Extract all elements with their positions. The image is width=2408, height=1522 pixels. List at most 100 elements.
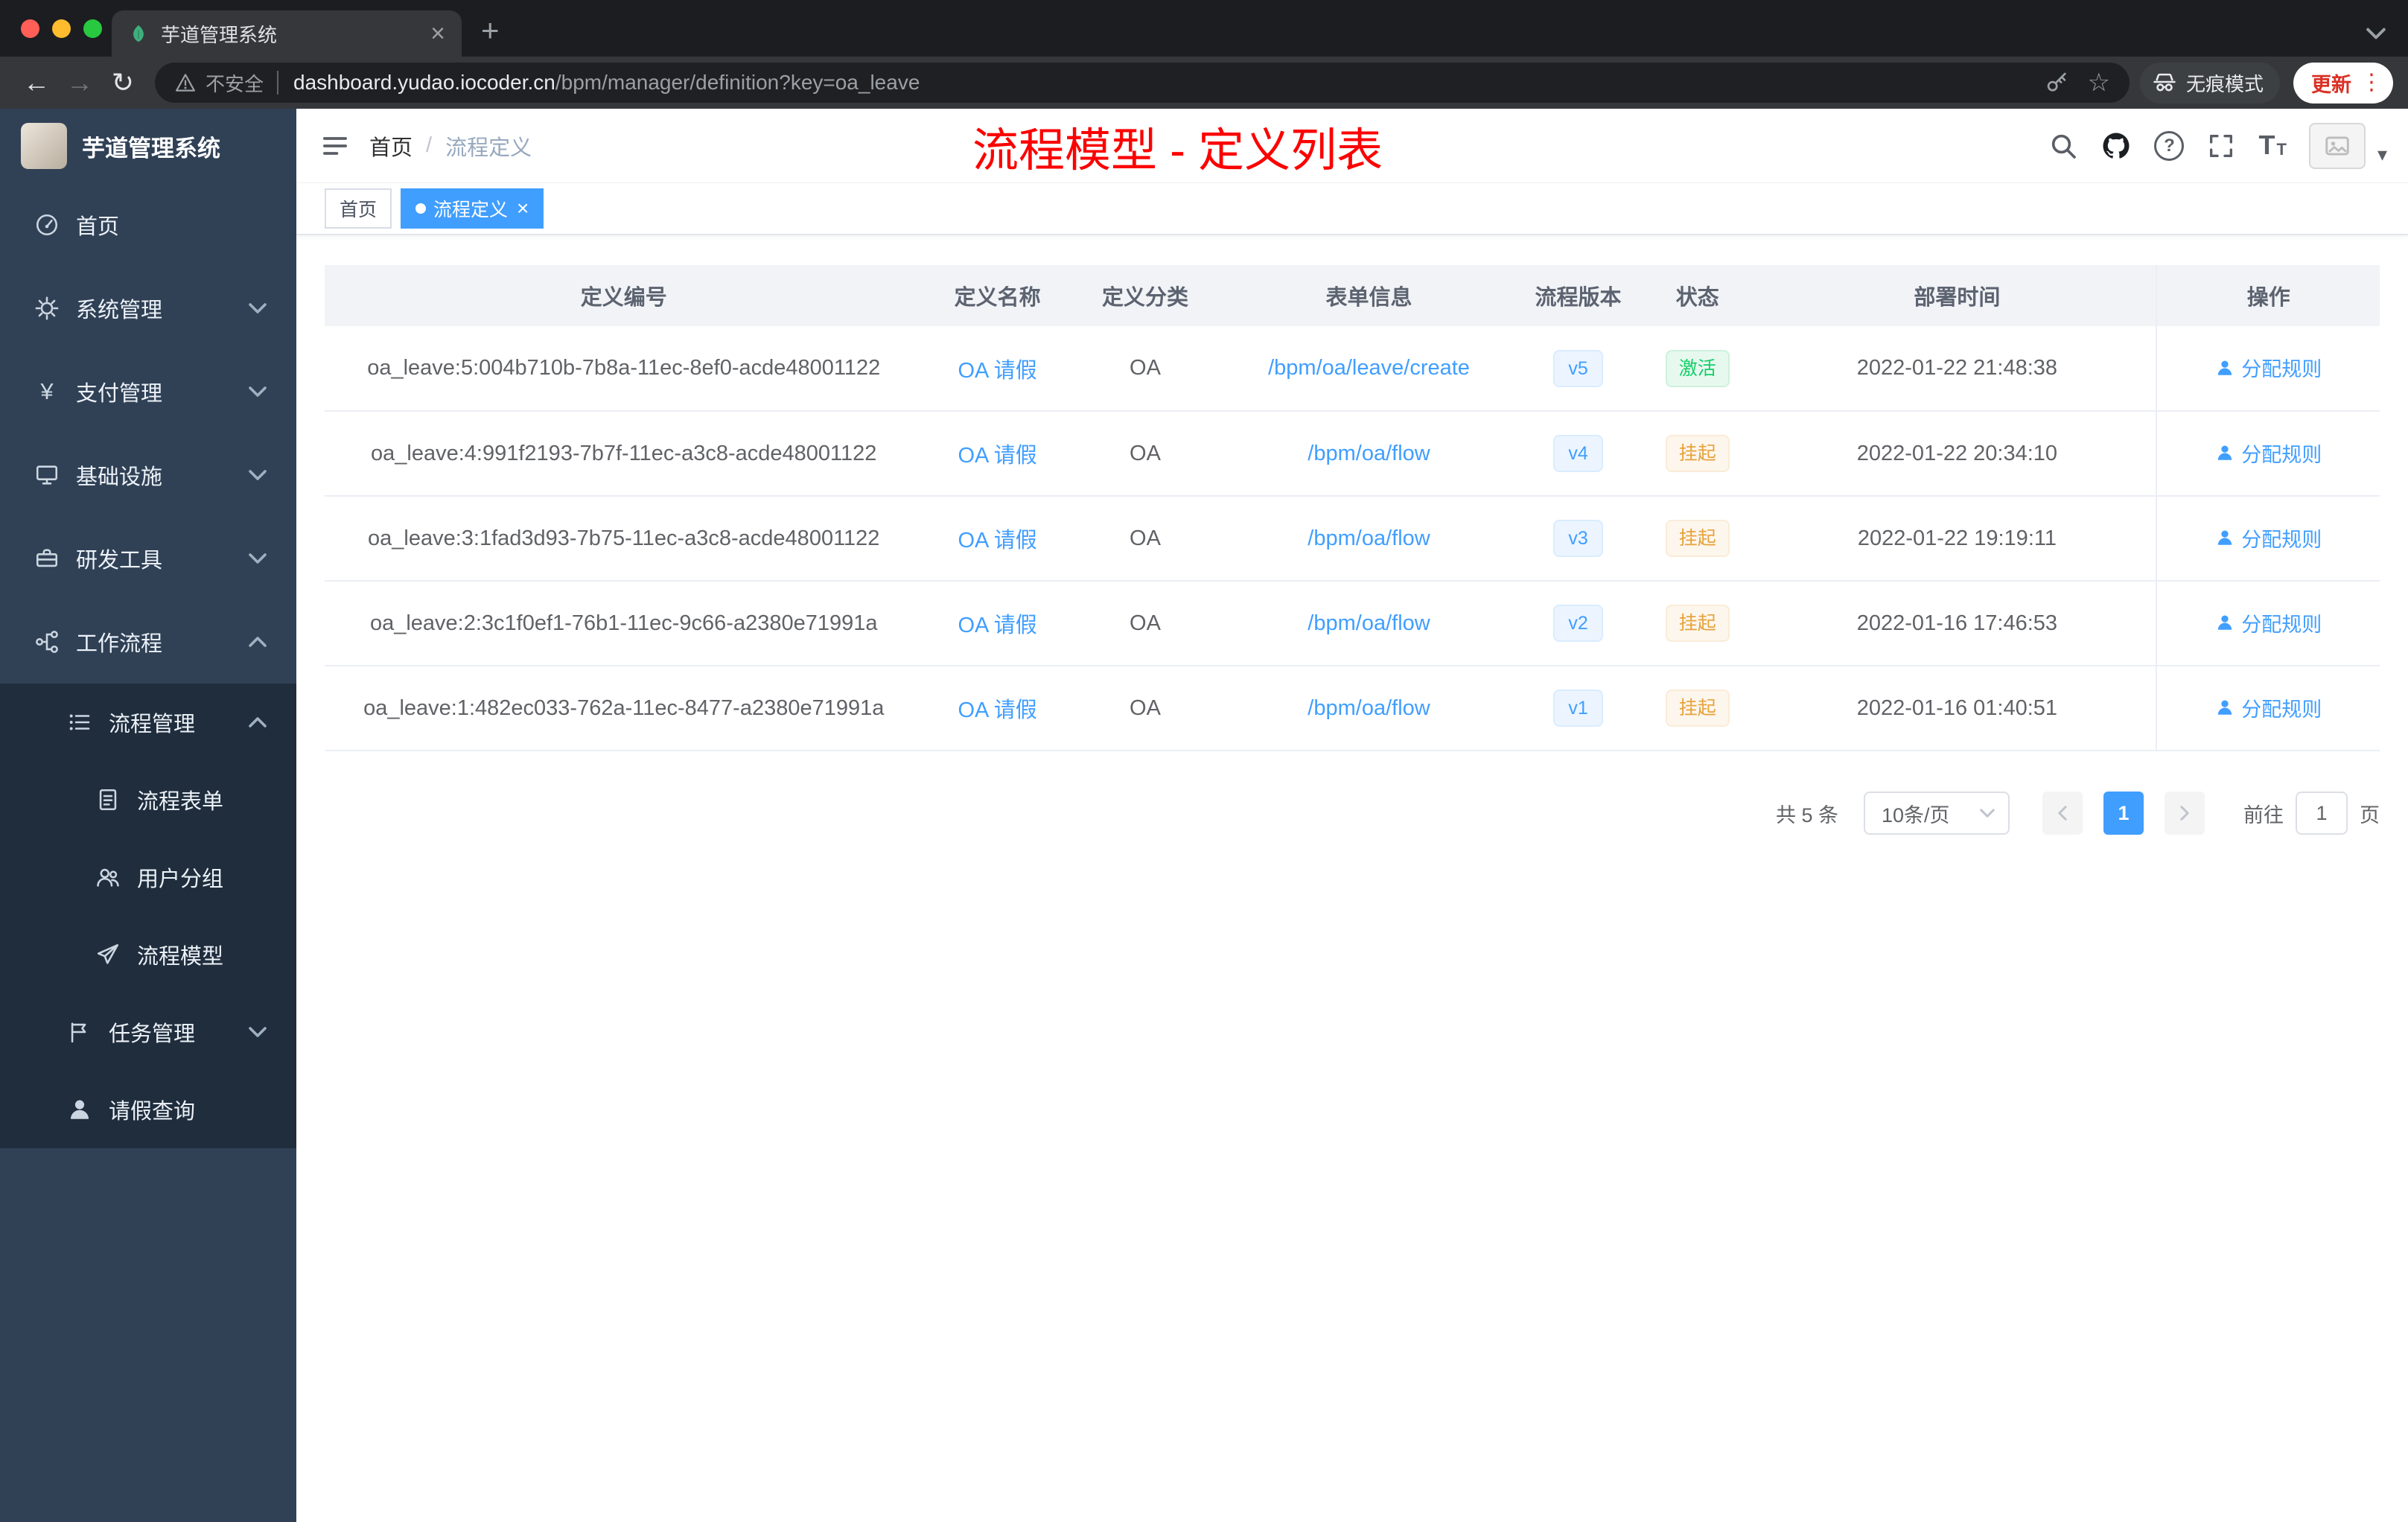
column-header-name: 定义名称 xyxy=(923,265,1072,326)
assign-rule-link[interactable]: 分配规则 xyxy=(2215,523,2322,553)
tab-close-icon[interactable]: × xyxy=(430,21,445,46)
definition-name-link[interactable]: OA 请假 xyxy=(958,444,1036,468)
workflow-icon xyxy=(34,629,60,655)
tag-close-icon[interactable]: × xyxy=(517,198,529,219)
version-badge: v4 xyxy=(1553,435,1603,472)
address-bar[interactable]: 不安全 dashboard.yudao.iocoder.cn /bpm/mana… xyxy=(155,63,2130,103)
assign-rule-label: 分配规则 xyxy=(2241,443,2322,466)
cell-form: /bpm/oa/flow xyxy=(1218,496,1520,582)
column-header-version: 流程版本 xyxy=(1519,265,1637,326)
avatar[interactable] xyxy=(2308,122,2366,169)
table-header-row: 定义编号 定义名称 定义分类 表单信息 流程版本 状态 部署时间 操作 xyxy=(325,265,2380,326)
sidebar-item-payment[interactable]: ¥ 支付管理 xyxy=(0,350,296,433)
search-icon[interactable] xyxy=(2048,131,2078,161)
cell-definition-name: OA 请假 xyxy=(923,496,1072,582)
sidebar-item-process-model[interactable]: 流程模型 xyxy=(0,916,296,993)
cell-definition-id: oa_leave:3:1fad3d93-7b75-11ec-a3c8-acde4… xyxy=(325,496,923,582)
breadcrumb-home[interactable]: 首页 xyxy=(369,130,413,162)
reload-button[interactable]: ↻ xyxy=(101,69,144,96)
table-row: oa_leave:3:1fad3d93-7b75-11ec-a3c8-acde4… xyxy=(325,496,2380,582)
definition-name-link[interactable]: OA 请假 xyxy=(958,529,1036,553)
browser-menu-icon[interactable]: ⋮ xyxy=(2360,71,2383,94)
tag-process-definition[interactable]: 流程定义 × xyxy=(401,188,544,229)
definition-name-link[interactable]: OA 请假 xyxy=(958,359,1036,383)
update-chrome-button[interactable]: 更新 ⋮ xyxy=(2293,62,2393,104)
sidebar-item-leave-query[interactable]: 请假查询 xyxy=(0,1071,296,1148)
sidebar-item-label: 基础设施 xyxy=(76,465,163,489)
sidebar-item-user-group[interactable]: 用户分组 xyxy=(0,838,296,916)
sidebar-item-workflow[interactable]: 工作流程 xyxy=(0,600,296,684)
pagination: 共 5 条 10条/页 1 前往 页 xyxy=(325,792,2380,835)
sidebar-item-home[interactable]: 首页 xyxy=(0,183,296,267)
sidebar-item-process-management[interactable]: 流程管理 xyxy=(0,684,296,761)
github-icon[interactable] xyxy=(2100,130,2132,162)
tab-search-icon[interactable] xyxy=(2366,27,2386,40)
security-warning-icon[interactable] xyxy=(174,71,197,94)
cell-status: 挂起 xyxy=(1637,411,1759,497)
cell-definition-id: oa_leave:5:004b710b-7b8a-11ec-8ef0-acde4… xyxy=(325,326,923,412)
cell-deploy-time: 2022-01-16 17:46:53 xyxy=(1758,581,2157,666)
sidebar-item-task-management[interactable]: 任务管理 xyxy=(0,993,296,1071)
password-key-icon[interactable] xyxy=(2045,71,2068,95)
font-size-icon[interactable]: TT xyxy=(2258,132,2286,159)
cell-definition-id: oa_leave:1:482ec033-762a-11ec-8477-a2380… xyxy=(325,666,923,751)
column-header-category: 定义分类 xyxy=(1071,265,1219,326)
sidebar-collapse-icon[interactable] xyxy=(320,131,350,161)
minimize-window-button[interactable] xyxy=(52,19,71,38)
cell-actions: 分配规则 xyxy=(2156,326,2380,412)
avatar-caret-icon[interactable]: ▾ xyxy=(2377,143,2387,169)
form-link[interactable]: /bpm/oa/flow xyxy=(1307,696,1430,720)
current-page-button[interactable]: 1 xyxy=(2103,792,2144,835)
back-button[interactable]: ← xyxy=(15,69,58,96)
definition-name-link[interactable]: OA 请假 xyxy=(958,614,1036,637)
cell-definition-name: OA 请假 xyxy=(923,581,1072,666)
assign-rule-link[interactable]: 分配规则 xyxy=(2215,693,2322,722)
form-link[interactable]: /bpm/oa/flow xyxy=(1307,442,1430,465)
form-icon xyxy=(95,787,121,812)
cell-category: OA xyxy=(1071,496,1219,582)
chevron-down-icon xyxy=(249,553,267,564)
browser-tab[interactable]: 芋道管理系统 × xyxy=(112,10,462,57)
version-badge: v1 xyxy=(1553,690,1603,727)
sidebar-menu: 首页 系统管理 ¥ 支付管理 基础设施 研发工具 工作流程 流程管理 流程表单 … xyxy=(0,183,296,1148)
cell-version: v5 xyxy=(1519,326,1637,412)
new-tab-button[interactable]: + xyxy=(481,15,500,46)
sidebar-item-label: 首页 xyxy=(76,215,120,239)
assign-rule-link[interactable]: 分配规则 xyxy=(2215,353,2322,382)
assign-rule-link[interactable]: 分配规则 xyxy=(2215,608,2322,637)
cell-version: v4 xyxy=(1519,411,1637,497)
address-bar-divider xyxy=(277,71,279,95)
browser-toolbar: ← → ↻ 不安全 dashboard.yudao.iocoder.cn /bp… xyxy=(0,57,2408,109)
main-area: 首页 / 流程定义 流程模型 - 定义列表 ? TT ▾ 首页 流程定义 × 定… xyxy=(296,109,2408,1522)
form-link[interactable]: /bpm/oa/flow xyxy=(1307,526,1430,550)
form-link[interactable]: /bpm/oa/leave/create xyxy=(1268,356,1470,380)
page-size-select[interactable]: 10条/页 xyxy=(1864,792,2010,835)
zoom-window-button[interactable] xyxy=(83,19,102,38)
page-content: 定义编号 定义名称 定义分类 表单信息 流程版本 状态 部署时间 操作 oa_l… xyxy=(296,235,2408,1522)
user-icon xyxy=(2215,698,2235,717)
sidebar-item-system[interactable]: 系统管理 xyxy=(0,267,296,350)
close-window-button[interactable] xyxy=(21,19,39,38)
help-icon[interactable]: ? xyxy=(2154,130,2185,161)
fullscreen-icon[interactable] xyxy=(2206,131,2236,161)
prev-page-button[interactable] xyxy=(2042,792,2083,835)
assign-rule-link[interactable]: 分配规则 xyxy=(2215,439,2322,468)
sidebar-item-label: 流程表单 xyxy=(137,790,224,814)
next-page-button[interactable] xyxy=(2165,792,2205,835)
sidebar-item-devtools[interactable]: 研发工具 xyxy=(0,517,296,600)
form-link[interactable]: /bpm/oa/flow xyxy=(1307,611,1430,635)
sidebar-item-process-form[interactable]: 流程表单 xyxy=(0,761,296,838)
bookmark-star-icon[interactable]: ☆ xyxy=(2088,70,2110,95)
tag-home[interactable]: 首页 xyxy=(325,188,392,229)
sidebar-logo[interactable]: 芋道管理系统 xyxy=(0,109,296,183)
gear-icon xyxy=(34,296,60,321)
sidebar-item-infrastructure[interactable]: 基础设施 xyxy=(0,433,296,517)
forward-button[interactable]: → xyxy=(58,69,101,96)
traffic-lights xyxy=(21,19,102,38)
image-placeholder-icon xyxy=(2323,132,2351,160)
assign-rule-label: 分配规则 xyxy=(2241,613,2322,636)
goto-page-input[interactable] xyxy=(2296,792,2348,835)
definition-name-link[interactable]: OA 请假 xyxy=(958,698,1036,722)
definition-table: 定义编号 定义名称 定义分类 表单信息 流程版本 状态 部署时间 操作 oa_l… xyxy=(325,265,2380,751)
yen-icon: ¥ xyxy=(40,378,54,404)
